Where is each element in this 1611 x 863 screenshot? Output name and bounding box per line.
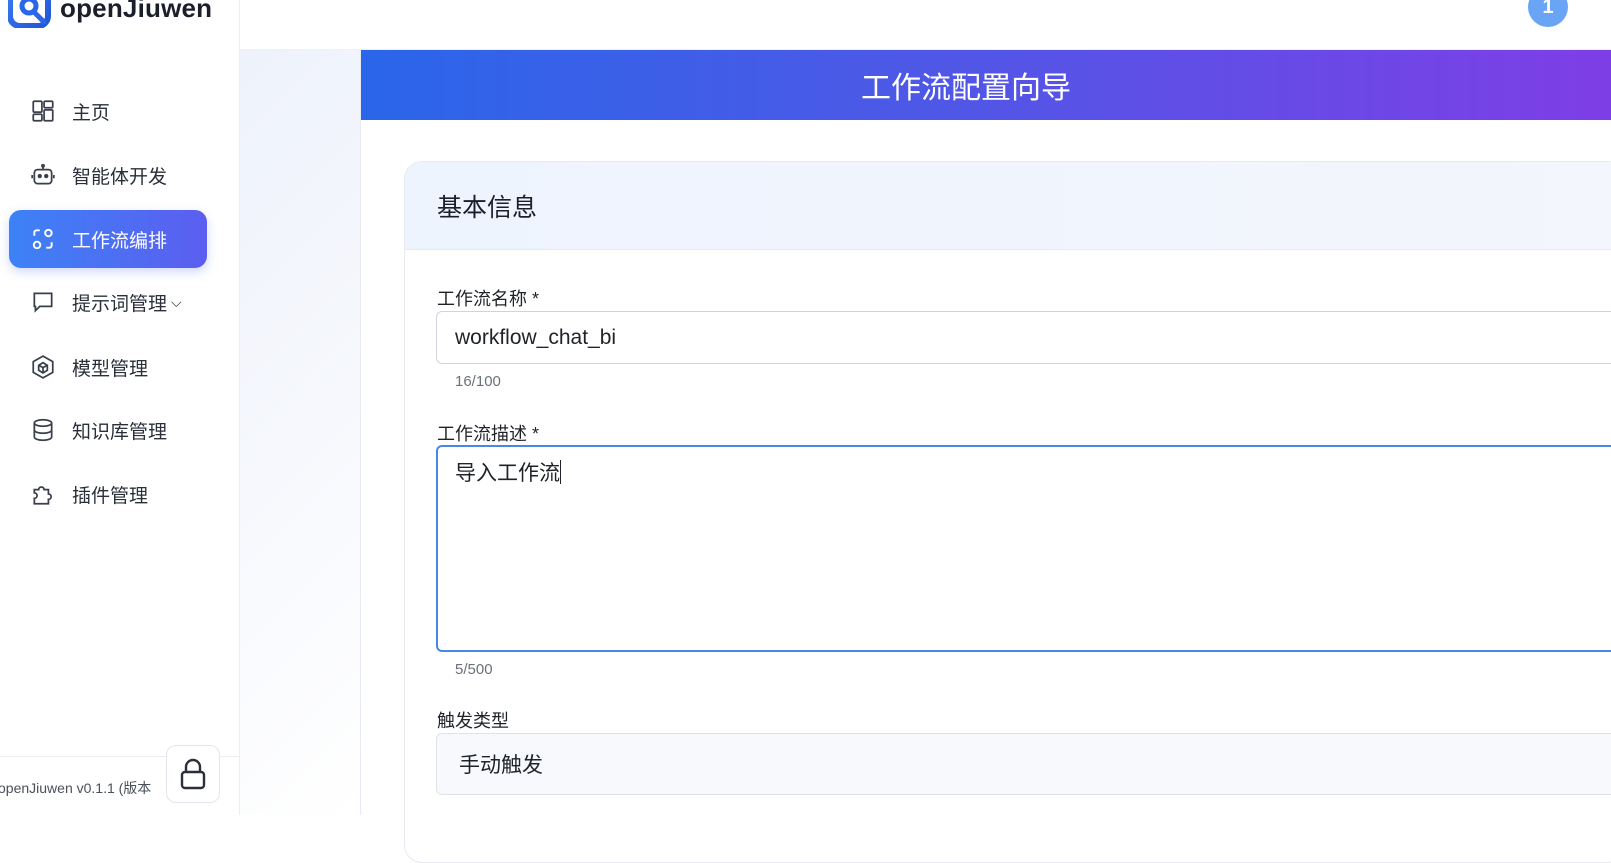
sidebar-item-label: 智能体开发	[72, 166, 168, 188]
app-logo[interactable]: openJiuwen	[8, 0, 212, 28]
sidebar-item-workflow[interactable]: 工作流编排	[9, 210, 207, 268]
trigger-type-value: 手动触发	[459, 754, 543, 777]
app-name: openJiuwen	[60, 0, 213, 23]
chevron-down-icon[interactable]: ⌵	[171, 294, 182, 311]
sidebar-item-label: 工作流编排	[72, 230, 168, 252]
chat-bubble-icon	[29, 288, 57, 316]
workflow-name-label: 工作流名称 *	[437, 289, 540, 309]
sidebar-item-model[interactable]: 模型管理	[9, 338, 207, 396]
cube-icon	[29, 353, 57, 381]
sidebar: openJiuwen 主页 智能体开发 工作流编排 提示词管理 ⌵ 模型管理 知…	[0, 0, 240, 815]
dashboard-icon	[29, 97, 57, 125]
sidebar-item-prompt[interactable]: 提示词管理 ⌵	[9, 273, 207, 331]
name-char-counter: 16/100	[455, 373, 501, 390]
trigger-type-label: 触发类型	[437, 711, 509, 731]
background-gutter	[240, 50, 361, 815]
top-header: 1	[240, 0, 1611, 50]
trigger-type-select[interactable]: 手动触发	[436, 733, 1611, 795]
robot-icon	[29, 161, 57, 189]
lock-button[interactable]	[166, 745, 220, 803]
section-title: 基本信息	[437, 193, 538, 222]
sidebar-item-label: 知识库管理	[72, 421, 168, 443]
version-text: openJiuwen v0.1.1 (版本	[0, 780, 152, 796]
sidebar-item-knowledge[interactable]: 知识库管理	[9, 401, 207, 459]
sidebar-item-label: 提示词管理	[72, 293, 168, 315]
basic-info-card: 基本信息 工作流名称 * workflow_chat_bi 16/100 工作流…	[404, 161, 1611, 863]
sidebar-item-label: 插件管理	[72, 485, 149, 507]
wizard-title: 工作流配置向导	[361, 50, 1611, 120]
database-icon	[29, 416, 57, 444]
workflow-icon	[29, 225, 57, 253]
sidebar-item-label: 主页	[72, 102, 111, 124]
card-header: 基本信息	[405, 162, 1611, 250]
workflow-name-value: workflow_chat_bi	[455, 325, 617, 349]
sidebar-item-agent-dev[interactable]: 智能体开发	[9, 146, 207, 204]
logo-icon	[8, 0, 51, 28]
desc-char-counter: 5/500	[455, 661, 493, 678]
sidebar-item-label: 模型管理	[72, 358, 149, 380]
sidebar-item-home[interactable]: 主页	[9, 82, 207, 140]
lock-icon	[180, 758, 206, 790]
puzzle-icon	[29, 480, 57, 508]
user-avatar[interactable]: 1	[1528, 0, 1568, 27]
sidebar-item-plugin[interactable]: 插件管理	[9, 465, 207, 523]
workflow-desc-label: 工作流描述 *	[437, 424, 540, 444]
workflow-desc-value: 导入工作流	[455, 462, 560, 485]
workflow-name-input[interactable]: workflow_chat_bi	[436, 311, 1611, 364]
workflow-desc-textarea[interactable]: 导入工作流	[436, 445, 1611, 652]
wizard-panel: 工作流配置向导 基本信息 工作流名称 * workflow_chat_bi 16…	[361, 50, 1611, 863]
text-caret	[560, 460, 561, 484]
